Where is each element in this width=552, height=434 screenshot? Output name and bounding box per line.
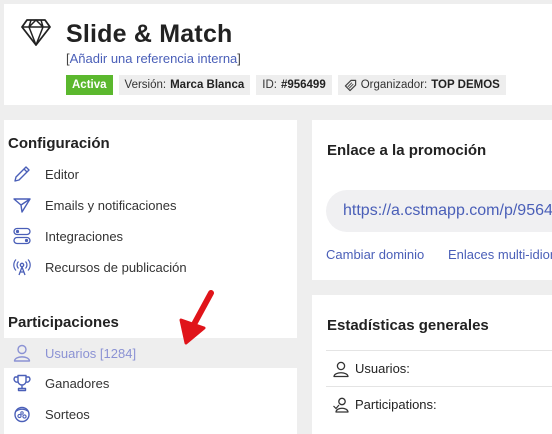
menu-item-label: Sorteos xyxy=(45,406,90,422)
add-internal-reference-link[interactable]: Añadir una referencia interna xyxy=(70,51,238,66)
version-label: Versión: xyxy=(124,79,167,91)
organizer-badge[interactable]: Organizador: TOP DEMOS xyxy=(337,75,506,95)
pencil-icon xyxy=(12,164,32,184)
menu-item-label: Usuarios [1284] xyxy=(45,345,137,361)
page-title: Slide & Match xyxy=(66,20,233,48)
draw-icon xyxy=(12,404,32,424)
organizer-value: TOP DEMOS xyxy=(431,79,500,91)
menu-item-integrations[interactable]: Integraciones xyxy=(4,221,297,251)
broadcast-icon xyxy=(12,257,32,277)
id-label: ID: xyxy=(262,79,277,91)
tag-icon xyxy=(344,79,356,91)
settings-sidebar: Configuración Editor Emails y notificaci… xyxy=(4,120,297,434)
diamond-icon xyxy=(21,19,51,46)
badge-row: Activa Versión: Marca Blanca ID: #956499… xyxy=(66,75,506,95)
menu-item-users[interactable]: Usuarios [1284] xyxy=(4,338,297,368)
change-domain-link[interactable]: Cambiar dominio xyxy=(326,247,424,262)
internal-reference: [Añadir una referencia interna] xyxy=(66,51,241,66)
stat-row-participations: Participations: xyxy=(326,386,552,422)
id-badge: ID: #956499 xyxy=(256,75,332,95)
menu-item-draws[interactable]: Sorteos xyxy=(4,399,297,429)
user-icon xyxy=(12,343,32,363)
menu-item-winners[interactable]: Ganadores xyxy=(4,368,297,398)
promotion-url-field[interactable]: https://a.cstmapp.com/p/956499 xyxy=(326,190,552,232)
stat-row-users: Usuarios: xyxy=(326,350,552,386)
paper-plane-icon xyxy=(12,195,32,215)
organizer-label: Organizador: xyxy=(360,79,428,91)
version-badge: Versión: Marca Blanca xyxy=(118,75,251,95)
toggles-icon xyxy=(12,226,32,246)
promotion-header: Slide & Match [Añadir una referencia int… xyxy=(4,4,552,105)
general-stats-card: Estadísticas generales Usuarios: Partici… xyxy=(312,295,552,434)
menu-item-editor[interactable]: Editor xyxy=(4,159,297,189)
version-value: Marca Blanca xyxy=(170,79,245,91)
trophy-icon xyxy=(12,373,32,393)
menu-item-emails[interactable]: Emails y notificaciones xyxy=(4,190,297,220)
menu-item-label: Integraciones xyxy=(45,228,124,244)
promotion-link-title: Enlace a la promoción xyxy=(327,142,487,159)
general-stats-title: Estadísticas generales xyxy=(327,317,489,334)
bracket-close: ] xyxy=(237,51,241,66)
menu-item-publishing-resources[interactable]: Recursos de publicación xyxy=(4,252,297,282)
menu-item-label: Ganadores xyxy=(45,375,110,391)
menu-item-label: Emails y notificaciones xyxy=(45,197,177,213)
stat-label: Participations: xyxy=(355,397,437,412)
promotion-link-card: Enlace a la promoción https://a.cstmapp.… xyxy=(312,120,552,280)
status-badge: Activa xyxy=(66,75,113,95)
participations-section-title: Participaciones xyxy=(8,314,119,331)
stat-label: Usuarios: xyxy=(355,361,410,376)
red-arrow-annotation xyxy=(179,290,214,345)
menu-item-label: Recursos de publicación xyxy=(45,259,187,275)
user-icon xyxy=(333,361,349,377)
configuration-section-title: Configuración xyxy=(8,135,110,152)
participations-icon xyxy=(333,397,349,413)
menu-item-label: Editor xyxy=(45,166,79,182)
multi-language-links-link[interactable]: Enlaces multi-idioma xyxy=(448,247,552,262)
id-value: #956499 xyxy=(280,79,326,91)
